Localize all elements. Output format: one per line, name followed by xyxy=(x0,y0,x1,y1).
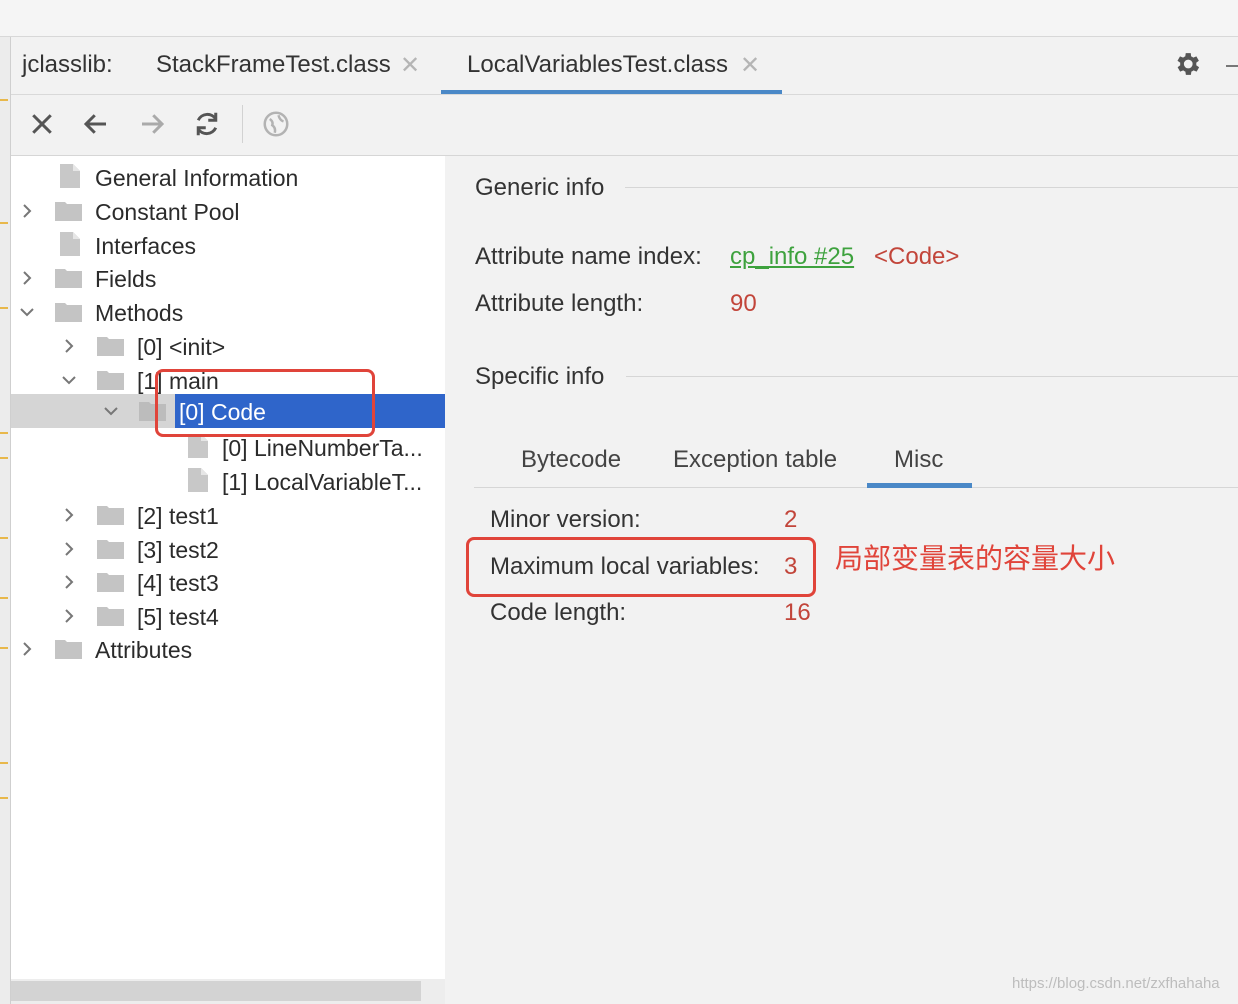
attribute-name-index-value: <Code> xyxy=(874,243,960,270)
watermark: https://blog.csdn.net/zxfhahaha xyxy=(1012,975,1220,992)
tree-item-method-test4[interactable]: [5] test4 xyxy=(11,599,445,633)
tree-item-method-test3[interactable]: [4] test3 xyxy=(11,565,445,599)
class-structure-tree: General Information Constant Pool Interf… xyxy=(11,156,445,979)
tree-item-methods[interactable]: Methods xyxy=(11,295,445,329)
tree-item-method-test2[interactable]: [3] test2 xyxy=(11,532,445,566)
chevron-right-icon[interactable] xyxy=(19,203,35,219)
toolbar-separator xyxy=(242,105,243,143)
folder-icon xyxy=(97,607,124,626)
specific-info-title: Specific info xyxy=(475,363,605,390)
minimize-icon[interactable] xyxy=(1226,65,1238,67)
tab-misc[interactable]: Misc xyxy=(894,446,943,474)
tab-stackframetest[interactable]: StackFrameTest.class xyxy=(156,51,391,79)
editor-gutter xyxy=(0,37,11,1004)
gear-icon[interactable] xyxy=(1172,49,1202,79)
tree-item-method-init[interactable]: [0] <init> xyxy=(11,329,445,363)
file-icon xyxy=(60,164,80,188)
tab-localvariablestest[interactable]: LocalVariablesTest.class xyxy=(467,51,728,79)
toolbar xyxy=(11,95,1238,156)
tab-stackframetest-close-icon[interactable]: ✕ xyxy=(400,51,420,80)
chevron-down-icon[interactable] xyxy=(103,403,119,419)
highlight-box-max-locals xyxy=(466,537,816,597)
tree-item-attributes[interactable]: Attributes xyxy=(11,632,445,666)
chevron-right-icon[interactable] xyxy=(61,507,77,523)
chevron-right-icon[interactable] xyxy=(19,641,35,657)
folder-icon xyxy=(97,506,124,525)
chevron-right-icon[interactable] xyxy=(19,270,35,286)
file-icon xyxy=(60,232,80,256)
chevron-down-icon[interactable] xyxy=(19,304,35,320)
section-divider xyxy=(625,187,1238,188)
tree-item-constant-pool[interactable]: Constant Pool xyxy=(11,194,445,228)
section-divider xyxy=(626,376,1238,377)
folder-icon xyxy=(55,269,82,288)
folder-icon xyxy=(97,337,124,356)
tree-item-label: [0] <init> xyxy=(137,334,226,360)
refresh-icon[interactable] xyxy=(192,109,222,139)
attribute-name-index-link[interactable]: cp_info #25 xyxy=(730,243,854,271)
folder-icon xyxy=(55,640,82,659)
forward-arrow-icon[interactable] xyxy=(137,109,167,139)
tab-bytecode[interactable]: Bytecode xyxy=(521,446,621,474)
attribute-name-index-label: Attribute name index: xyxy=(475,243,702,270)
folder-icon xyxy=(55,202,82,221)
attribute-length-label: Attribute length: xyxy=(475,290,644,317)
generic-info-title: Generic info xyxy=(475,174,605,201)
close-icon[interactable] xyxy=(27,109,57,139)
chevron-down-icon[interactable] xyxy=(61,372,77,388)
minor-version-label: Minor version: xyxy=(490,506,641,533)
tree-item-label: Interfaces xyxy=(95,233,196,259)
minor-version-value: 2 xyxy=(784,506,798,533)
tree-item-fields[interactable]: Fields xyxy=(11,261,445,295)
tree-scrollbar-thumb[interactable] xyxy=(11,981,421,1001)
code-length-label: Code length: xyxy=(490,599,627,626)
tree-item-interfaces[interactable]: Interfaces xyxy=(11,228,445,262)
tree-item-label: Attributes xyxy=(95,637,193,663)
tree-item-label: Methods xyxy=(95,300,184,326)
tree-item-general-information[interactable]: General Information xyxy=(11,160,445,194)
web-globe-icon[interactable] xyxy=(261,109,291,139)
code-length-value: 16 xyxy=(784,599,811,626)
tree-item-label: [5] test4 xyxy=(137,604,219,630)
chevron-right-icon[interactable] xyxy=(61,608,77,624)
tree-item-label: [2] test1 xyxy=(137,503,219,529)
highlight-box-code-node xyxy=(155,369,375,437)
attribute-length-value: 90 xyxy=(730,290,757,317)
tab-exception-table[interactable]: Exception table xyxy=(673,446,837,474)
tree-item-label: General Information xyxy=(95,165,299,191)
tab-localvariablestest-close-icon[interactable]: ✕ xyxy=(740,51,760,80)
folder-icon xyxy=(97,371,124,390)
tree-item-local-variable-table[interactable]: [1] LocalVariableT... xyxy=(11,464,445,498)
chevron-right-icon[interactable] xyxy=(61,541,77,557)
chevron-right-icon[interactable] xyxy=(61,338,77,354)
tree-item-label: [4] test3 xyxy=(137,570,219,596)
folder-icon xyxy=(97,540,124,559)
tree-item-label: [3] test2 xyxy=(137,537,219,563)
window-top-strip xyxy=(0,0,1238,37)
chevron-right-icon[interactable] xyxy=(61,574,77,590)
subtab-divider xyxy=(474,487,1238,488)
folder-icon xyxy=(97,573,124,592)
editor-tab-bar: jclasslib: StackFrameTest.class ✕ LocalV… xyxy=(11,37,1238,95)
back-arrow-icon[interactable] xyxy=(81,109,111,139)
active-tab-underline xyxy=(441,90,782,94)
tab-bar-prefix: jclasslib: xyxy=(22,51,113,78)
tree-item-label: [1] LocalVariableT... xyxy=(222,469,423,495)
tree-item-label: Fields xyxy=(95,266,157,292)
file-icon xyxy=(188,468,208,492)
folder-icon xyxy=(55,303,82,322)
tree-item-label: [0] LineNumberTa... xyxy=(222,435,423,461)
active-subtab-underline xyxy=(867,483,972,488)
annotation-note: 局部变量表的容量大小 xyxy=(835,543,1116,574)
tree-item-method-test1[interactable]: [2] test1 xyxy=(11,498,445,532)
tree-item-label: Constant Pool xyxy=(95,199,240,225)
